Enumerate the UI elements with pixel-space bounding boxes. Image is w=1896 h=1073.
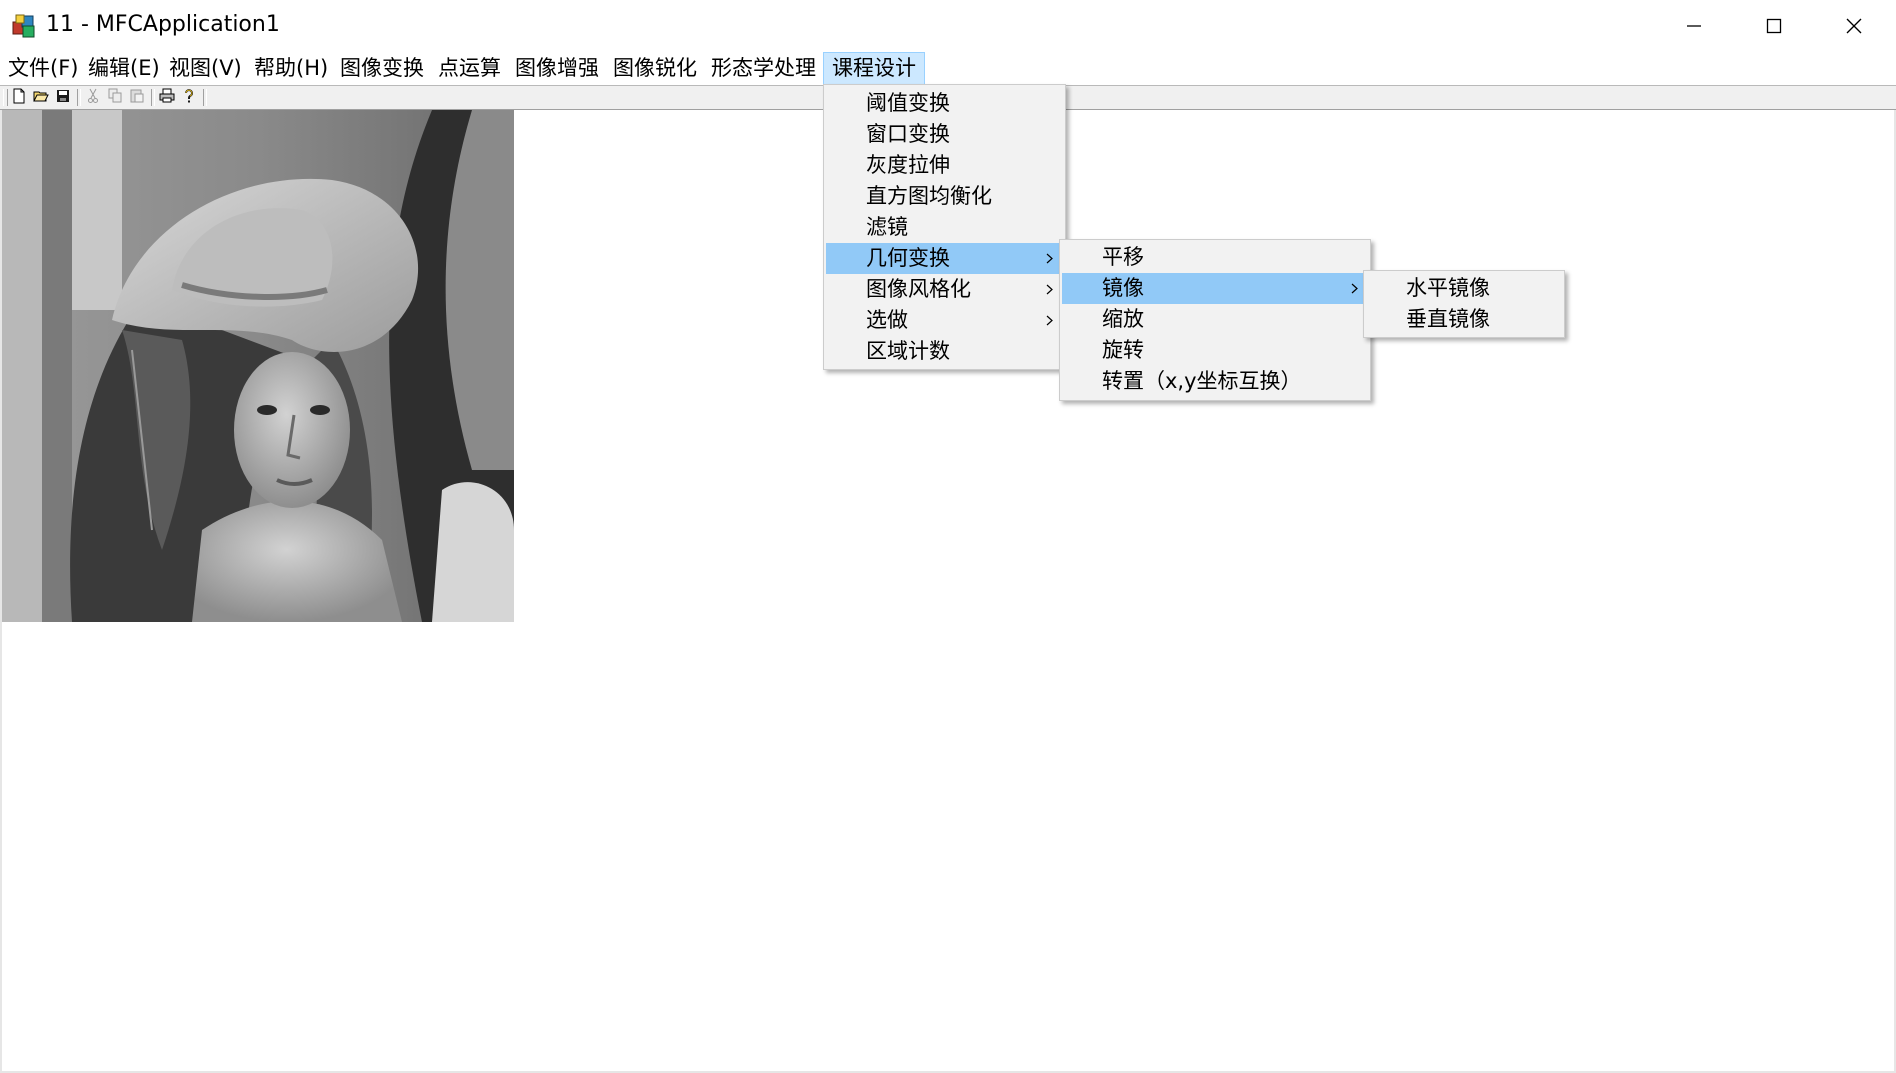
mfc-app-icon <box>10 12 38 40</box>
menu-item-transpose[interactable]: 转置（x,y坐标互换） <box>1062 366 1368 397</box>
menu-image-transform[interactable]: 图像变换 <box>332 52 432 85</box>
menu-morphology[interactable]: 形态学处理 <box>703 52 824 85</box>
menu-item-label: 图像风格化 <box>866 277 971 301</box>
menu-item-label: 转置（x,y坐标互换） <box>1102 369 1302 393</box>
window-title: 11 - MFCApplication1 <box>46 12 280 37</box>
minimize-button[interactable] <box>1654 0 1734 52</box>
menu-point-operation[interactable]: 点运算 <box>430 52 509 85</box>
toolbar-grip[interactable] <box>3 89 8 106</box>
menu-item-label: 缩放 <box>1102 307 1144 331</box>
paste-icon <box>130 88 145 107</box>
menu-item-label: 阈值变换 <box>866 91 950 115</box>
dropdown-course-design: 阈值变换 窗口变换 灰度拉伸 直方图均衡化 滤镜 几何变换 图像风格化 选做 区… <box>823 84 1066 370</box>
open-folder-icon <box>33 88 49 107</box>
menu-item-vertical-mirror[interactable]: 垂直镜像 <box>1366 304 1562 335</box>
cut-icon <box>87 88 99 108</box>
chevron-right-icon <box>1043 243 1055 274</box>
menu-item-mirror[interactable]: 镜像 <box>1062 273 1368 304</box>
print-button[interactable] <box>157 88 177 107</box>
menu-item-label: 几何变换 <box>866 246 950 270</box>
menu-item-label: 旋转 <box>1102 338 1144 362</box>
copy-button[interactable] <box>105 88 125 107</box>
menu-help[interactable]: 帮助(H) <box>246 52 336 85</box>
menu-item-label: 滤镜 <box>866 215 908 239</box>
menu-item-label: 直方图均衡化 <box>866 184 992 208</box>
menu-item-rotate[interactable]: 旋转 <box>1062 335 1368 366</box>
submenu-geometric-transform: 平移 镜像 缩放 旋转 转置（x,y坐标互换） <box>1059 239 1371 401</box>
menu-item-label: 平移 <box>1102 245 1144 269</box>
minimize-icon <box>1686 18 1702 34</box>
menu-item-histogram-equalization[interactable]: 直方图均衡化 <box>826 181 1063 212</box>
menu-item-region-count[interactable]: 区域计数 <box>826 336 1063 367</box>
copy-icon <box>108 88 123 107</box>
menu-item-label: 窗口变换 <box>866 122 950 146</box>
menu-item-image-stylize[interactable]: 图像风格化 <box>826 274 1063 305</box>
maximize-button[interactable] <box>1734 0 1814 52</box>
menu-image-enhance[interactable]: 图像增强 <box>507 52 607 85</box>
submenu-mirror: 水平镜像 垂直镜像 <box>1363 270 1565 338</box>
menu-item-label: 灰度拉伸 <box>866 153 950 177</box>
menu-item-label: 选做 <box>866 308 908 332</box>
menu-item-gray-stretch[interactable]: 灰度拉伸 <box>826 150 1063 181</box>
menu-item-scale[interactable]: 缩放 <box>1062 304 1368 335</box>
paste-button[interactable] <box>127 88 147 107</box>
menu-view[interactable]: 视图(V) <box>161 52 250 85</box>
menu-item-window-transform[interactable]: 窗口变换 <box>826 119 1063 150</box>
menu-item-optional[interactable]: 选做 <box>826 305 1063 336</box>
menu-item-threshold[interactable]: 阈值变换 <box>826 88 1063 119</box>
new-file-button[interactable] <box>9 88 29 107</box>
cut-button[interactable] <box>83 88 103 107</box>
menu-course-design[interactable]: 课程设计 <box>823 52 925 85</box>
menu-item-label: 区域计数 <box>866 339 950 363</box>
open-button[interactable] <box>31 88 51 107</box>
toolbar-separator <box>151 89 155 106</box>
menu-item-horizontal-mirror[interactable]: 水平镜像 <box>1366 273 1562 304</box>
toolbar-end-separator <box>203 89 207 106</box>
menu-image-sharpen[interactable]: 图像锐化 <box>605 52 705 85</box>
save-disk-icon <box>56 88 70 107</box>
help-button[interactable] <box>179 88 199 107</box>
menu-item-translate[interactable]: 平移 <box>1062 242 1368 273</box>
menu-item-filter[interactable]: 滤镜 <box>826 212 1063 243</box>
menu-item-geometric-transform[interactable]: 几何变换 <box>826 243 1063 274</box>
print-icon <box>159 88 175 107</box>
menu-item-label: 镜像 <box>1102 276 1144 300</box>
toolbar-separator <box>77 89 81 106</box>
chevron-right-icon <box>1043 274 1055 305</box>
chevron-right-icon <box>1043 305 1055 336</box>
save-button[interactable] <box>53 88 73 107</box>
title-bar[interactable]: 11 - MFCApplication1 <box>0 0 1896 52</box>
menu-item-label: 水平镜像 <box>1406 276 1490 300</box>
menu-bar: 文件(F) 编辑(E) 视图(V) 帮助(H) 图像变换 点运算 图像增强 图像… <box>0 52 1896 85</box>
help-icon <box>183 88 195 108</box>
close-button[interactable] <box>1814 0 1894 52</box>
menu-file[interactable]: 文件(F) <box>0 52 86 85</box>
menu-edit[interactable]: 编辑(E) <box>80 52 168 85</box>
close-icon <box>1846 18 1862 34</box>
chevron-right-icon <box>1348 273 1360 304</box>
menu-item-label: 垂直镜像 <box>1406 307 1490 331</box>
maximize-icon <box>1766 18 1782 34</box>
grayscale-portrait-image <box>2 110 514 622</box>
new-file-icon <box>12 88 26 108</box>
